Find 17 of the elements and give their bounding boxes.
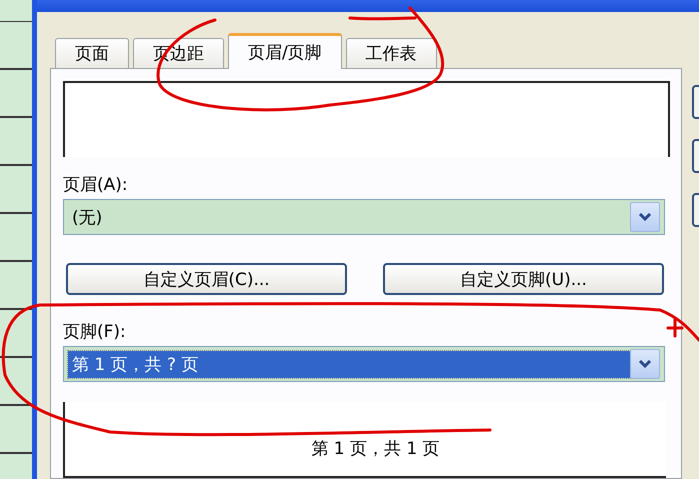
- custom-button[interactable]: 自定义页脚(U)...: [383, 263, 664, 295]
- footer-dropdown[interactable]: 第 1 页，共 ? 页: [63, 346, 665, 382]
- header-dropdown[interactable]: (无): [63, 199, 665, 235]
- custom-button[interactable]: 自定义页眉(C)...: [66, 263, 347, 295]
- footer-preview-text: 第 1 页，共 1 页: [311, 438, 440, 460]
- tab[interactable]: 工作表: [346, 38, 437, 68]
- plus-mark: [666, 318, 684, 338]
- dropdown-button[interactable]: [630, 349, 660, 379]
- header-label: 页眉(A):: [63, 175, 128, 195]
- tab[interactable]: 页眉/页脚: [228, 33, 342, 69]
- chevron-icon: [638, 360, 652, 368]
- tab[interactable]: 页面: [55, 38, 129, 68]
- chevron-icon: [638, 212, 652, 222]
- footer-label: 页脚(F):: [63, 322, 126, 342]
- header-value: (无): [71, 206, 104, 230]
- footer-value: 第 1 页，共 ? 页: [68, 350, 630, 378]
- dropdown-button[interactable]: [630, 202, 660, 232]
